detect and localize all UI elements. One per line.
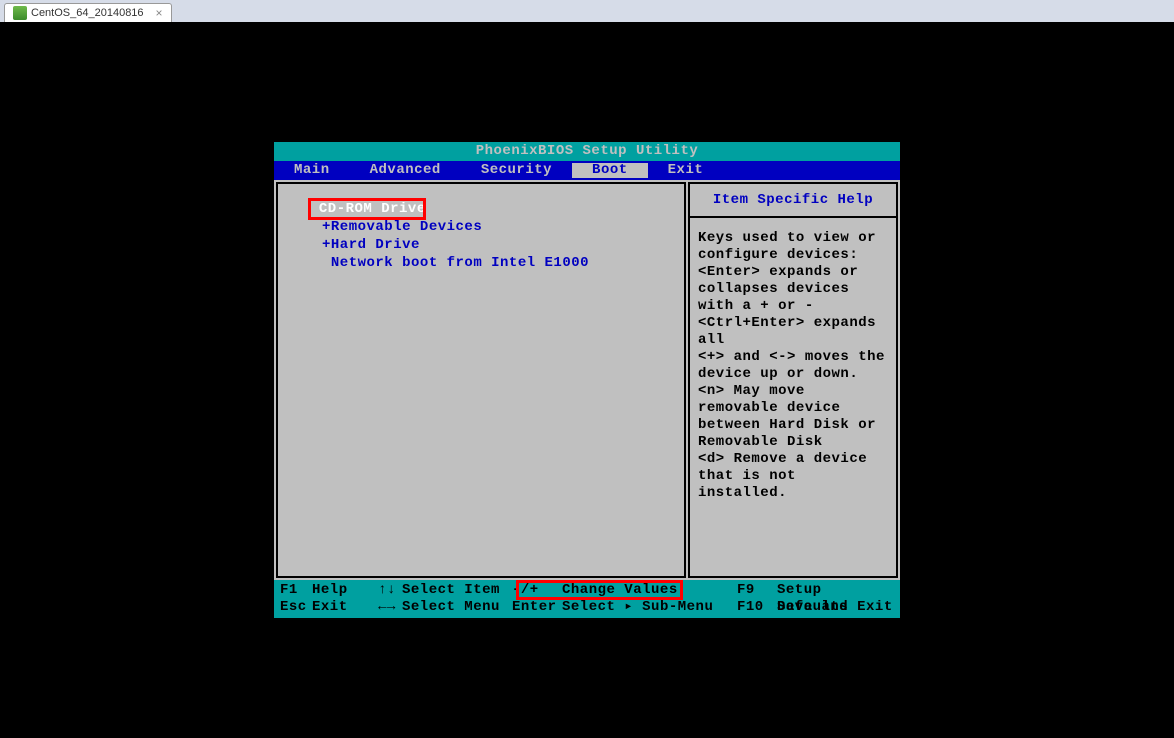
boot-item-removable[interactable]: +Removable Devices [310, 218, 674, 236]
vm-display: PhoenixBIOS Setup Utility Main Advanced … [0, 22, 1174, 738]
updown-action: Select Item [402, 582, 512, 599]
menu-boot[interactable]: Boot [572, 163, 648, 178]
boot-item-harddrive[interactable]: +Hard Drive [310, 236, 674, 254]
esc-key: Esc [274, 599, 312, 616]
bios-footer: F1 Help ↑↓ Select Item -/+ Change Values… [274, 580, 900, 618]
bios-title: PhoenixBIOS Setup Utility [274, 142, 900, 161]
f1-action: Help [312, 582, 372, 599]
footer-row-1: F1 Help ↑↓ Select Item -/+ Change Values… [274, 582, 900, 599]
vm-tab-bar: CentOS_64_20140816 × [0, 0, 1174, 22]
enter-key: Enter [512, 599, 562, 616]
footer-row-2: Esc Exit ←→ Select Menu Enter Select ▸ S… [274, 599, 900, 616]
menu-security[interactable]: Security [461, 163, 572, 178]
vm-tab-title: CentOS_64_20140816 [31, 7, 144, 19]
updown-key: ↑↓ [372, 582, 402, 599]
leftright-action: Select Menu [402, 599, 512, 616]
boot-order-panel: CD-ROM Drive +Removable Devices +Hard Dr… [276, 182, 686, 578]
close-icon[interactable]: × [156, 6, 163, 20]
vm-icon [13, 6, 27, 20]
help-title: Item Specific Help [690, 184, 896, 218]
help-panel: Item Specific Help Keys used to view or … [688, 182, 898, 578]
leftright-key: ←→ [372, 599, 402, 616]
plusminus-action: Change Values [562, 582, 737, 599]
f10-action: Save and Exit [777, 599, 900, 616]
boot-item-cdrom[interactable]: CD-ROM Drive [310, 200, 674, 218]
f9-action: Setup Defaults [777, 582, 900, 599]
plusminus-key: -/+ [512, 582, 562, 599]
boot-item-network[interactable]: Network boot from Intel E1000 [310, 254, 674, 272]
help-text: Keys used to view or configure devices:<… [690, 218, 896, 514]
f9-key: F9 [737, 582, 777, 599]
menu-advanced[interactable]: Advanced [350, 163, 461, 178]
vm-tab[interactable]: CentOS_64_20140816 × [4, 3, 172, 22]
bios-menu-bar: Main Advanced Security Boot Exit [274, 161, 900, 180]
bios-body: CD-ROM Drive +Removable Devices +Hard Dr… [274, 180, 900, 580]
esc-action: Exit [312, 599, 372, 616]
f10-key: F10 [737, 599, 777, 616]
menu-exit[interactable]: Exit [648, 163, 724, 178]
enter-action: Select ▸ Sub-Menu [562, 599, 737, 616]
bios-screen[interactable]: PhoenixBIOS Setup Utility Main Advanced … [274, 142, 900, 618]
menu-main[interactable]: Main [274, 163, 350, 178]
f1-key: F1 [274, 582, 312, 599]
